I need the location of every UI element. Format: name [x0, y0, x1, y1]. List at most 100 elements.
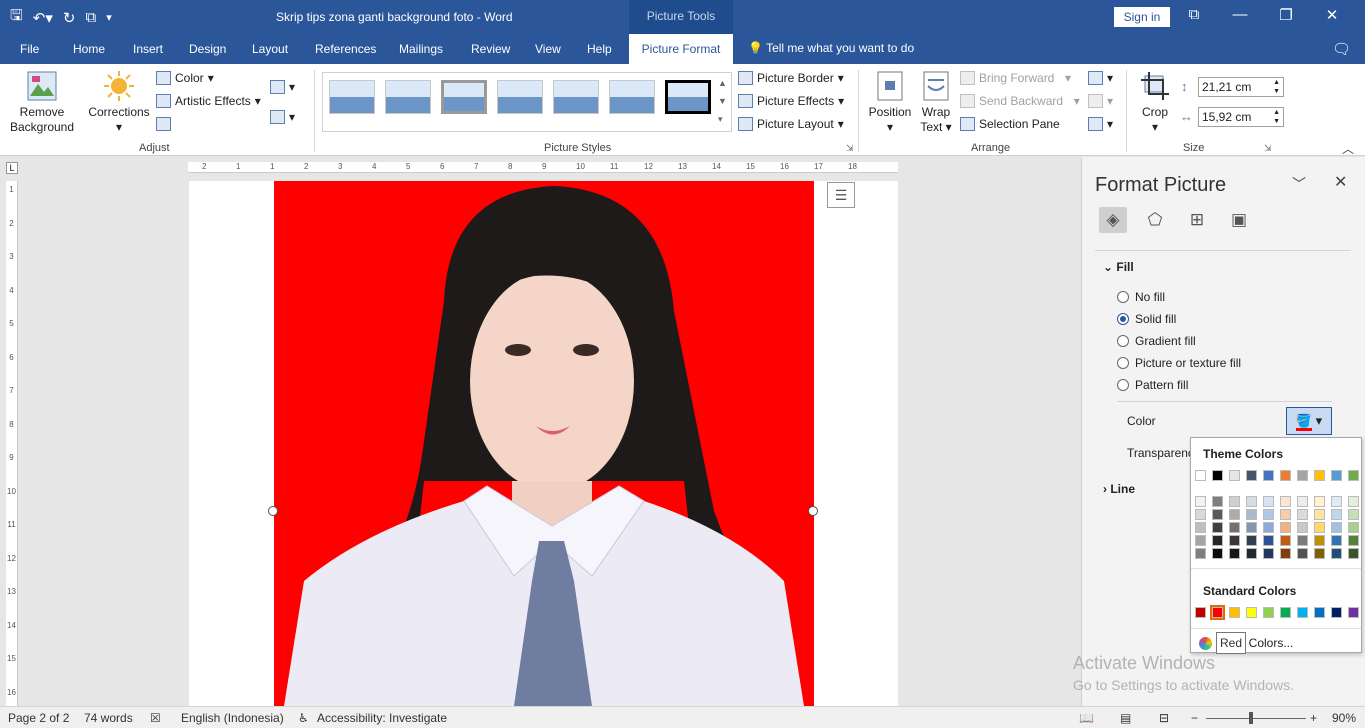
line-section-header[interactable]: › Line — [1103, 482, 1135, 496]
theme-shade-swatch[interactable] — [1229, 509, 1240, 520]
theme-color-swatch[interactable] — [1297, 470, 1308, 481]
tab-design[interactable]: Design — [189, 42, 226, 56]
position-button[interactable]: Position ▾ — [866, 70, 914, 135]
redo-icon[interactable]: ↻ — [63, 9, 76, 27]
theme-color-swatch[interactable] — [1280, 470, 1291, 481]
theme-shade-swatch[interactable] — [1212, 509, 1223, 520]
theme-shade-swatch[interactable] — [1263, 522, 1274, 533]
picture-style-2[interactable] — [385, 80, 431, 114]
theme-shade-swatch[interactable] — [1212, 548, 1223, 559]
standard-color-swatch[interactable] — [1195, 607, 1206, 618]
theme-shade-swatch[interactable] — [1314, 522, 1325, 533]
compress-pictures-button[interactable] — [156, 114, 171, 134]
theme-shade-swatch[interactable] — [1297, 496, 1308, 507]
reset-picture-button[interactable]: ▾ — [270, 107, 295, 127]
theme-shade-swatch[interactable] — [1195, 535, 1206, 546]
layout-size-tab-icon[interactable]: ⊞ — [1183, 207, 1211, 233]
fill-line-tab-icon[interactable]: ◈ — [1099, 207, 1127, 233]
zoom-slider-thumb[interactable] — [1249, 712, 1253, 724]
theme-shade-swatch[interactable] — [1246, 496, 1257, 507]
picture-texture-fill-option[interactable]: Picture or texture fill — [1117, 356, 1241, 370]
more-colors-button[interactable]: More Colors... — [1199, 636, 1293, 650]
theme-color-swatch[interactable] — [1314, 470, 1325, 481]
tab-review[interactable]: Review — [471, 42, 510, 56]
selection-pane-button[interactable]: Selection Pane — [960, 114, 1060, 134]
size-launcher-icon[interactable]: ⇲ — [1264, 143, 1272, 154]
bring-forward-button[interactable]: Bring Forward ▾ — [960, 68, 1071, 88]
standard-color-swatch[interactable] — [1210, 605, 1225, 620]
theme-shade-swatch[interactable] — [1297, 522, 1308, 533]
no-fill-option[interactable]: No fill — [1117, 290, 1165, 304]
theme-shade-swatch[interactable] — [1246, 548, 1257, 559]
theme-shade-swatch[interactable] — [1297, 548, 1308, 559]
undo-icon[interactable]: ↶▾ — [33, 9, 53, 27]
close-icon[interactable]: ✕ — [1309, 6, 1355, 24]
theme-shade-swatch[interactable] — [1297, 509, 1308, 520]
picture-tab-icon[interactable]: ▣ — [1225, 207, 1253, 233]
theme-shade-swatch[interactable] — [1229, 496, 1240, 507]
tab-help[interactable]: Help — [587, 42, 612, 56]
theme-shade-swatch[interactable] — [1348, 522, 1359, 533]
standard-color-swatch[interactable] — [1348, 607, 1359, 618]
print-layout-icon[interactable]: ▤ — [1120, 711, 1131, 725]
theme-color-swatch[interactable] — [1212, 470, 1223, 481]
page-count[interactable]: Page 2 of 2 — [8, 711, 69, 725]
comments-icon[interactable]: 🗨 — [1332, 40, 1351, 58]
group-button[interactable]: ▾ — [1088, 91, 1113, 111]
theme-shade-swatch[interactable] — [1246, 535, 1257, 546]
change-picture-button[interactable]: ▾ — [270, 77, 295, 97]
standard-color-swatch[interactable] — [1297, 607, 1308, 618]
tab-references[interactable]: References — [315, 42, 376, 56]
picture-style-6[interactable] — [609, 80, 655, 114]
theme-shade-swatch[interactable] — [1314, 509, 1325, 520]
picture-style-5[interactable] — [553, 80, 599, 114]
theme-shade-swatch[interactable] — [1331, 496, 1342, 507]
theme-shade-swatch[interactable] — [1195, 548, 1206, 559]
theme-shade-swatch[interactable] — [1280, 535, 1291, 546]
theme-shade-swatch[interactable] — [1331, 509, 1342, 520]
zoom-slider[interactable] — [1206, 718, 1306, 719]
resize-handle-right[interactable] — [808, 506, 818, 516]
resize-handle-left[interactable] — [268, 506, 278, 516]
tab-view[interactable]: View — [535, 42, 561, 56]
tab-layout[interactable]: Layout — [252, 42, 288, 56]
picture-texture-fill-radio[interactable] — [1117, 357, 1129, 369]
theme-shade-swatch[interactable] — [1314, 548, 1325, 559]
height-spinner[interactable]: ▲ ▼ — [1273, 78, 1280, 96]
sign-in-button[interactable]: Sign in — [1114, 7, 1170, 27]
zoom-out-icon[interactable]: − — [1191, 711, 1198, 725]
standard-color-swatch[interactable] — [1331, 607, 1342, 618]
theme-shade-swatch[interactable] — [1280, 496, 1291, 507]
standard-color-swatch[interactable] — [1229, 607, 1240, 618]
theme-color-swatch[interactable] — [1348, 470, 1359, 481]
tab-file[interactable]: File — [20, 42, 39, 56]
gallery-scroll[interactable]: ▲ ▼ ▾ — [718, 74, 727, 128]
theme-shade-swatch[interactable] — [1348, 535, 1359, 546]
artistic-effects-button[interactable]: Artistic Effects ▾ — [156, 91, 261, 111]
selected-picture[interactable] — [274, 181, 814, 706]
tab-mailings[interactable]: Mailings — [399, 42, 443, 56]
theme-shade-swatch[interactable] — [1263, 509, 1274, 520]
shape-height-input[interactable]: 21,21 cm ▲ ▼ — [1198, 77, 1284, 97]
solid-fill-radio[interactable] — [1117, 313, 1129, 325]
web-layout-icon[interactable]: ⊟ — [1159, 711, 1169, 725]
theme-color-swatch[interactable] — [1246, 470, 1257, 481]
touch-mode-icon[interactable]: ⧉ — [85, 9, 96, 26]
theme-shade-swatch[interactable] — [1229, 522, 1240, 533]
standard-color-swatch[interactable] — [1246, 607, 1257, 618]
theme-shade-swatch[interactable] — [1212, 535, 1223, 546]
pane-options-icon[interactable]: ﹀ — [1292, 174, 1306, 194]
theme-shade-swatch[interactable] — [1314, 496, 1325, 507]
tab-home[interactable]: Home — [73, 42, 105, 56]
theme-shade-swatch[interactable] — [1195, 496, 1206, 507]
theme-shade-swatch[interactable] — [1195, 509, 1206, 520]
theme-shade-swatch[interactable] — [1331, 548, 1342, 559]
theme-shade-swatch[interactable] — [1229, 548, 1240, 559]
read-mode-icon[interactable]: 📖 — [1079, 711, 1094, 725]
save-icon[interactable]: 🖫 — [10, 5, 23, 30]
align-button[interactable]: ▾ — [1088, 68, 1113, 88]
theme-shade-swatch[interactable] — [1246, 522, 1257, 533]
send-backward-button[interactable]: Send Backward ▾ — [960, 91, 1080, 111]
zoom-level[interactable]: 90% — [1332, 711, 1356, 725]
word-count[interactable]: 74 words — [84, 711, 133, 725]
